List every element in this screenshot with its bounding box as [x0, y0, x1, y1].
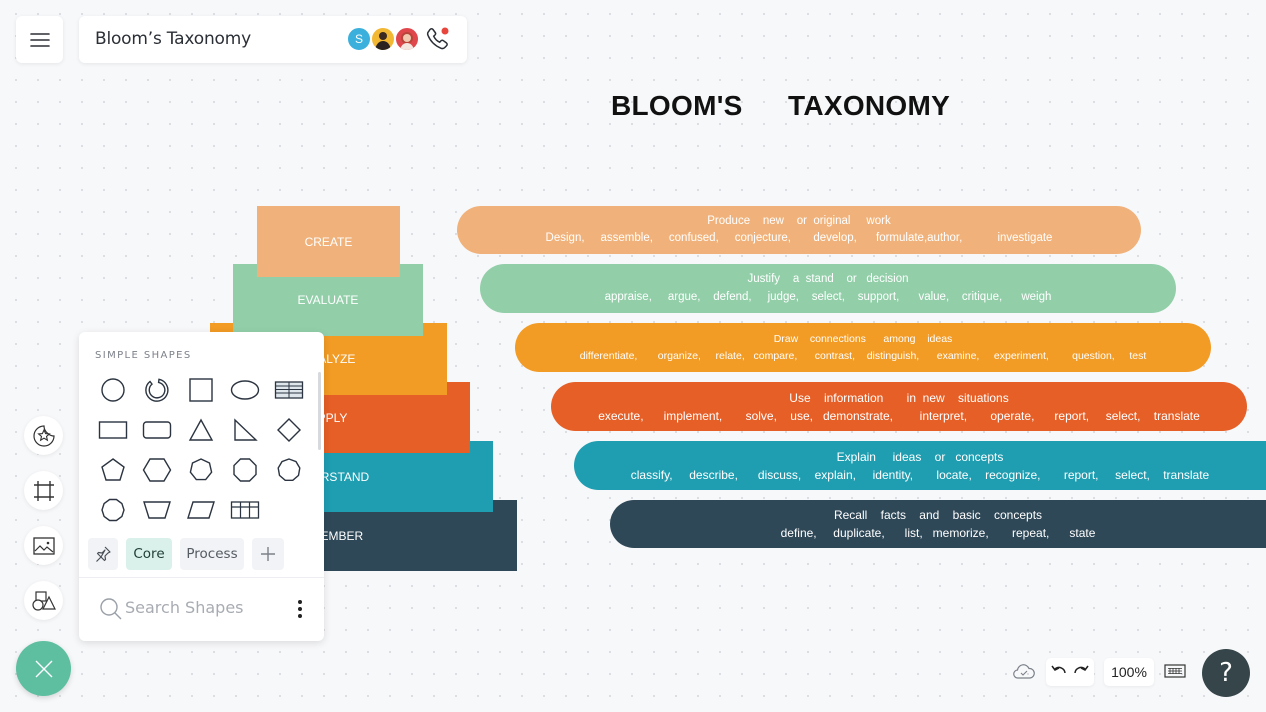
keyboard-icon [1164, 664, 1186, 678]
pill-verbs: execute, implement, solve, use, demonstr… [598, 408, 1200, 423]
pill-verbs: differentiate, organize, relate, compare… [579, 349, 1147, 362]
shape-ellipse[interactable] [223, 370, 267, 410]
panel-heading: SIMPLE SHAPES [95, 350, 192, 361]
zoom-level: 100% [1111, 664, 1147, 680]
description-pill-analyze[interactable]: Draw connections among ideas differentia… [515, 323, 1211, 372]
description-pill-understand[interactable]: Explain ideas or concepts classify, desc… [574, 441, 1266, 490]
history-controls [1046, 658, 1094, 686]
tab-core[interactable]: Core [126, 538, 172, 570]
help-icon: ? [1219, 658, 1233, 688]
tier-label: CREATE [304, 234, 353, 249]
collaborator-avatar[interactable] [371, 27, 395, 51]
shape-table-lined[interactable] [267, 370, 311, 410]
hamburger-menu-icon [29, 32, 50, 47]
shapes-panel: SIMPLE SHAPES Core Process [79, 332, 324, 641]
sticker-icon [32, 424, 55, 447]
shape-partial-circle[interactable] [135, 370, 179, 410]
pill-verbs: classify, describe, discuss, explain, id… [630, 467, 1210, 482]
shape-rectangle[interactable] [91, 410, 135, 450]
shape-heptagon[interactable] [179, 450, 223, 490]
shape-octagon[interactable] [223, 450, 267, 490]
description-pill-create[interactable]: Produce new or original work Design, ass… [457, 206, 1141, 254]
more-vertical-icon [298, 600, 302, 618]
shape-grid-table[interactable] [223, 490, 267, 530]
document-title-bar: Bloom’s Taxonomy S [79, 16, 467, 63]
call-button[interactable] [425, 26, 451, 52]
panel-scrollbar[interactable] [318, 372, 321, 450]
redo-icon [1074, 665, 1089, 673]
description-pill-evaluate[interactable]: Justify a stand or decision appraise, ar… [480, 264, 1176, 313]
help-button[interactable]: ? [1202, 649, 1250, 697]
shape-trapezoid[interactable] [135, 490, 179, 530]
undo-button[interactable] [1051, 663, 1067, 682]
shape-diamond[interactable] [267, 410, 311, 450]
shape-circle[interactable] [91, 370, 135, 410]
shape-decagon[interactable] [91, 490, 135, 530]
pill-verbs: appraise, argue, defend, judge, select, … [604, 290, 1052, 303]
phone-call-icon [426, 27, 449, 50]
add-library-button[interactable] [252, 538, 284, 570]
search-shapes-input[interactable] [125, 598, 275, 617]
sticker-button[interactable] [24, 416, 63, 455]
main-menu-button[interactable] [16, 16, 63, 63]
avatar-initial: S [354, 32, 363, 46]
pill-headline: Recall facts and basic concepts [833, 508, 1043, 522]
shape-triangle[interactable] [179, 410, 223, 450]
save-status [1012, 662, 1036, 687]
shape-nonagon[interactable] [267, 450, 311, 490]
close-icon [35, 660, 52, 677]
person-photo-icon [375, 32, 391, 50]
undo-icon [1051, 665, 1066, 673]
diagram-title-left[interactable]: BLOOM'S [611, 90, 743, 122]
shapes-button[interactable] [24, 581, 63, 620]
redo-button[interactable] [1073, 663, 1089, 682]
tab-label: Process [186, 546, 238, 562]
collaborator-avatar[interactable] [395, 27, 419, 51]
panel-divider [79, 577, 324, 578]
image-button[interactable] [24, 526, 63, 565]
tab-label: Core [133, 546, 165, 562]
image-icon [32, 536, 55, 555]
diagram-title-right[interactable]: TAXONOMY [788, 90, 950, 122]
frame-icon [33, 480, 54, 501]
pill-headline: Explain ideas or concepts [836, 449, 1004, 464]
shape-parallelogram[interactable] [179, 490, 223, 530]
pin-icon [96, 546, 111, 562]
tier-label: EVALUATE [297, 293, 359, 307]
search-icon [100, 598, 122, 620]
cloud-saved-icon [1013, 664, 1035, 679]
pyramid-tier-create[interactable]: CREATE [257, 206, 400, 277]
shape-hexagon[interactable] [135, 450, 179, 490]
tab-process[interactable]: Process [180, 538, 244, 570]
shape-square[interactable] [179, 370, 223, 410]
shape-grid [91, 370, 311, 530]
collaborator-avatar[interactable]: S [347, 27, 371, 51]
close-toolbar-button[interactable] [16, 641, 71, 696]
more-options-button[interactable] [292, 597, 308, 621]
pill-headline: Produce new or original work [707, 214, 891, 227]
shape-pentagon[interactable] [91, 450, 135, 490]
pill-headline: Draw connections among ideas [773, 333, 953, 345]
shape-right-triangle[interactable] [223, 410, 267, 450]
shapes-icon [31, 590, 56, 611]
pill-verbs: Design, assemble, confused, conjecture, … [545, 232, 1053, 244]
pill-headline: Use information in new situations [789, 390, 1009, 405]
frame-button[interactable] [24, 471, 63, 510]
pill-verbs: define, duplicate, list, memorize, repea… [780, 526, 1096, 540]
document-title[interactable]: Bloom’s Taxonomy [95, 29, 251, 49]
pin-button[interactable] [88, 538, 118, 570]
description-pill-apply[interactable]: Use information in new situations execut… [551, 382, 1247, 431]
plus-icon [261, 547, 275, 561]
keyboard-shortcuts-button[interactable] [1164, 663, 1186, 684]
person-photo-icon [400, 32, 414, 50]
description-pill-remember[interactable]: Recall facts and basic concepts define, … [610, 500, 1266, 548]
shape-rounded-rectangle[interactable] [135, 410, 179, 450]
zoom-level-button[interactable]: 100% [1104, 658, 1154, 686]
pill-headline: Justify a stand or decision [747, 273, 909, 285]
